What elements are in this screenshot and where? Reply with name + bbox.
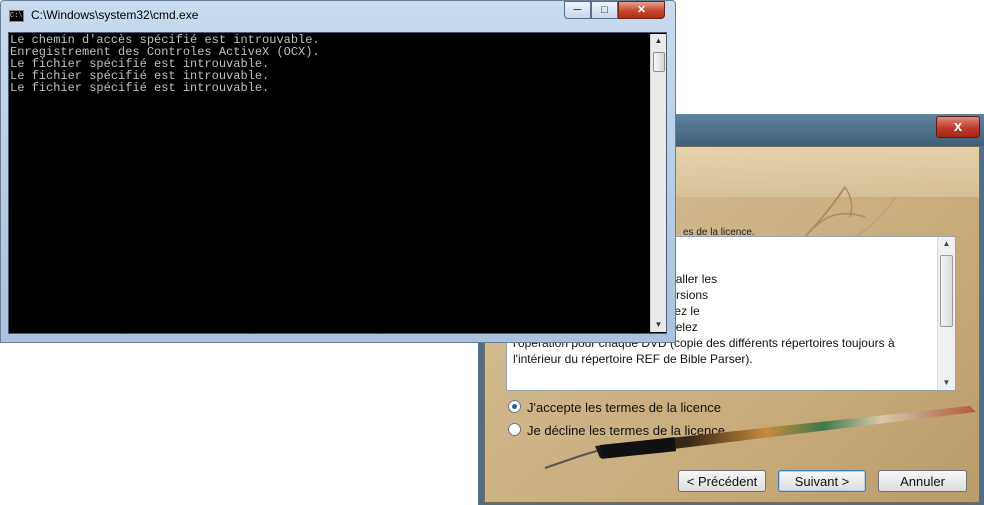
console-area[interactable]: Le chemin d'accès spécifié est introuvab… bbox=[8, 32, 667, 334]
cancel-button[interactable]: Annuler bbox=[878, 470, 967, 492]
scroll-up-arrow-icon[interactable]: ▲ bbox=[938, 237, 955, 251]
close-icon: ✕ bbox=[636, 4, 647, 16]
scroll-down-arrow-icon[interactable]: ▼ bbox=[938, 376, 955, 390]
licence-scrollbar[interactable]: ▲ ▼ bbox=[937, 237, 955, 390]
console-scroll-thumb[interactable] bbox=[653, 52, 665, 72]
window-controls: ─ □ ✕ bbox=[564, 1, 665, 20]
cmd-app-icon: C:\ bbox=[9, 10, 24, 22]
scroll-down-arrow-icon[interactable]: ▼ bbox=[651, 318, 666, 332]
maximize-button[interactable]: □ bbox=[591, 1, 618, 19]
fountain-pen-icon bbox=[544, 406, 976, 469]
installer-close-button[interactable]: x bbox=[936, 116, 980, 138]
minimize-button[interactable]: ─ bbox=[564, 1, 591, 19]
console-line: Le fichier spécifié est introuvable. bbox=[10, 81, 270, 95]
maximize-icon: □ bbox=[601, 4, 608, 16]
licence-line: l'intérieur du répertoire REF de Bible P… bbox=[513, 352, 753, 366]
console-scrollbar[interactable]: ▲ ▼ bbox=[650, 34, 666, 332]
back-button[interactable]: < Précédent bbox=[678, 470, 766, 492]
scroll-up-arrow-icon[interactable]: ▲ bbox=[651, 34, 666, 48]
cmd-window: C:\ C:\Windows\system32\cmd.exe ─ □ ✕ Le… bbox=[0, 0, 676, 343]
radio-unselected-icon[interactable] bbox=[508, 423, 521, 436]
close-button[interactable]: ✕ bbox=[618, 1, 665, 19]
licence-scroll-thumb[interactable] bbox=[940, 255, 953, 327]
minimize-icon: ─ bbox=[573, 4, 582, 16]
console-output: Le chemin d'accès spécifié est introuvab… bbox=[10, 34, 320, 94]
radio-selected-icon[interactable] bbox=[508, 400, 521, 413]
next-button[interactable]: Suivant > bbox=[778, 470, 866, 492]
cmd-window-title: C:\Windows\system32\cmd.exe bbox=[31, 8, 199, 22]
